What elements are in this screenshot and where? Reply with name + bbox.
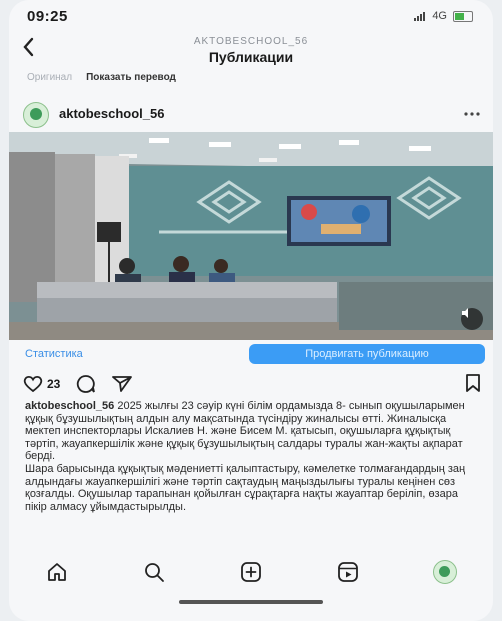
comment-icon	[77, 375, 96, 393]
nav-reels[interactable]	[333, 557, 363, 587]
post-username[interactable]: aktobeschool_56	[59, 106, 165, 121]
comment-button[interactable]	[76, 374, 96, 394]
clock: 09:25	[27, 8, 68, 25]
post-caption: aktobeschool_56 2025 жылғы 23 сәуір күні…	[25, 400, 477, 550]
status-indicators: 4G	[414, 10, 473, 22]
post-photo[interactable]	[9, 132, 493, 340]
caption-username[interactable]: aktobeschool_56	[25, 400, 114, 412]
share-button[interactable]	[112, 375, 133, 393]
post-actions: 23	[23, 372, 483, 396]
search-icon	[145, 563, 165, 582]
more-horizontal-icon	[464, 112, 480, 116]
post-insights-row: Статистика Продвигать публикацию	[9, 342, 493, 366]
avatar[interactable]	[23, 102, 49, 128]
promote-button[interactable]: Продвигать публикацию	[249, 344, 485, 364]
mute-button[interactable]	[461, 308, 483, 330]
show-translation-link[interactable]: Показать перевод	[86, 72, 176, 83]
battery-icon	[453, 10, 473, 22]
nav-home[interactable]	[42, 557, 72, 587]
like-count: 23	[47, 377, 61, 391]
like-button[interactable]: 23	[23, 375, 60, 393]
header: AKTOBESCHOOL_56 Публикации	[9, 34, 493, 74]
nav-profile[interactable]	[430, 557, 460, 587]
reels-icon	[337, 562, 358, 582]
statistics-link[interactable]: Статистика	[25, 348, 83, 360]
signal-icon	[414, 11, 426, 21]
bookmark-icon	[466, 374, 480, 392]
network-label: 4G	[432, 10, 447, 22]
translate-bar: Оригинал Показать перевод	[27, 72, 176, 83]
original-label: Оригинал	[27, 72, 73, 83]
hall-photo-image	[9, 132, 493, 340]
phone-screen: 09:25 4G AKTOBESCHOOL_56 Публикации Ориг…	[9, 0, 493, 621]
status-bar: 09:25 4G	[9, 0, 493, 34]
home-indicator[interactable]	[179, 600, 323, 604]
home-icon	[48, 563, 67, 581]
nav-search[interactable]	[139, 557, 169, 587]
caption-paragraph-2: Шара барысында құқықтық мәдениетті қалып…	[25, 462, 466, 513]
nav-create[interactable]	[236, 557, 266, 587]
send-icon	[112, 376, 133, 392]
post-author: aktobeschool_56	[23, 100, 483, 128]
bottom-nav	[9, 552, 493, 592]
heart-icon	[23, 375, 43, 393]
create-icon	[241, 562, 261, 582]
more-options-button[interactable]	[463, 104, 481, 122]
page-title: Публикации	[208, 49, 294, 65]
save-button[interactable]	[465, 374, 481, 397]
profile-avatar	[432, 560, 457, 584]
account-subtitle: AKTOBESCHOOL_56	[193, 36, 309, 47]
caption-paragraph-1: aktobeschool_56 2025 жылғы 23 сәуір күні…	[25, 400, 477, 463]
speaker-icon	[462, 308, 468, 318]
